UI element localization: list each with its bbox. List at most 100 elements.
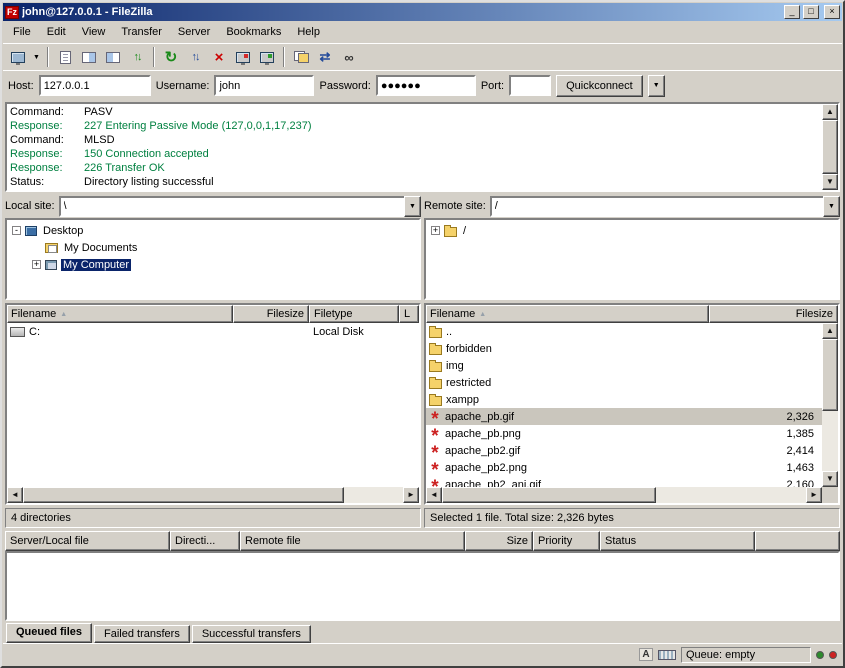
tree-item-my-documents[interactable]: My Documents [9,239,417,256]
menu-transfer[interactable]: Transfer [113,23,170,41]
queue-column-size[interactable]: Size [465,531,533,551]
site-manager-dropdown-button[interactable]: ▼ [30,46,43,68]
column-header-filename[interactable]: Filename [7,305,233,323]
quickconnect-button[interactable]: Quickconnect [556,75,643,97]
queue-column-status[interactable]: Status [600,531,755,551]
column-header-last-modified[interactable]: L [399,305,419,323]
log-label: Response: [10,161,84,175]
remote-site-input[interactable] [490,196,823,217]
log-text: Directory listing successful [84,175,214,189]
menu-view[interactable]: View [74,23,114,41]
remote-file-list: Filename Filesize .. forbidden img restr… [424,303,840,505]
scroll-up-icon[interactable]: ▲ [822,323,838,339]
scroll-right-icon[interactable]: ► [403,487,419,503]
queue-list[interactable] [5,551,840,621]
remote-file-row[interactable]: apache_pb2.png1,463 [426,459,822,476]
port-input[interactable] [509,75,551,96]
toolbar-separator [47,47,49,67]
toggle-message-log-button[interactable] [53,46,77,68]
collapse-icon[interactable]: - [12,226,21,235]
scrollbar-thumb[interactable] [822,339,838,411]
site-manager-button[interactable] [6,46,30,68]
remote-horizontal-scrollbar[interactable]: ◄ ► [426,487,838,503]
column-header-filename[interactable]: Filename [426,305,709,323]
scrollbar-track[interactable] [656,487,806,503]
remote-vertical-scrollbar[interactable]: ▲ ▼ [822,323,838,487]
scroll-right-icon[interactable]: ► [806,487,822,503]
menu-server[interactable]: Server [170,23,218,41]
scroll-left-icon[interactable]: ◄ [426,487,442,503]
queue-column-direction[interactable]: Directi... [170,531,240,551]
scrollbar-thumb[interactable] [442,487,656,503]
scrollbar-track[interactable] [344,487,403,503]
file-name: apache_pb2.gif [445,445,520,457]
tree-item-desktop[interactable]: - Desktop [9,222,417,239]
scroll-down-icon[interactable]: ▼ [822,471,838,487]
local-site-input[interactable] [59,196,404,217]
synchronized-browsing-button[interactable]: ⇄ [313,46,337,68]
minimize-button[interactable]: _ [784,5,800,19]
local-file-row[interactable]: C: Local Disk [7,323,419,340]
remote-file-row[interactable]: .. [426,323,822,340]
maximize-button[interactable]: □ [803,5,819,19]
scroll-left-icon[interactable]: ◄ [7,487,23,503]
tab-queued-files[interactable]: Queued files [6,623,92,643]
remote-file-row[interactable]: apache_pb.png1,385 [426,425,822,442]
remote-file-row[interactable]: xampp [426,391,822,408]
remote-file-row[interactable]: forbidden [426,340,822,357]
expand-icon[interactable]: + [32,260,41,269]
queue-column-priority[interactable]: Priority [533,531,600,551]
close-button[interactable]: × [824,5,840,19]
receive-activity-led-icon [816,651,824,659]
remote-file-row[interactable]: restricted [426,374,822,391]
quickconnect-dropdown-button[interactable]: ▼ [648,75,665,97]
tab-successful-transfers[interactable]: Successful transfers [192,625,311,643]
tree-item-label: My Documents [62,242,139,254]
file-size-cell: 2,326 [709,411,822,423]
tree-item-root[interactable]: + / [428,222,836,239]
scroll-up-icon[interactable]: ▲ [822,104,838,120]
remote-site-dropdown-button[interactable]: ▼ [823,196,840,217]
reconnect-button[interactable] [255,46,279,68]
expand-icon[interactable]: + [431,226,440,235]
process-queue-button[interactable]: ↑↓ [183,46,207,68]
log-scrollbar[interactable]: ▲ ▼ [822,104,838,190]
host-input[interactable] [39,75,151,96]
toggle-transfer-queue-button[interactable]: ↑↓ [125,46,149,68]
toggle-local-tree-button[interactable] [77,46,101,68]
cancel-operation-button[interactable]: × [207,46,231,68]
find-files-button[interactable]: ∞ [337,46,361,68]
log-line: Response:226 Transfer OK [10,161,819,175]
column-header-filesize[interactable]: Filesize [233,305,309,323]
toggle-remote-tree-button[interactable] [101,46,125,68]
remote-file-row-selected[interactable]: apache_pb.gif2,326 [426,408,822,425]
scroll-down-icon[interactable]: ▼ [822,174,838,190]
password-input[interactable] [376,75,476,96]
username-input[interactable] [214,75,314,96]
disconnect-button[interactable] [231,46,255,68]
tree-item-label: Desktop [41,225,85,237]
tree-item-my-computer[interactable]: + My Computer [9,256,417,273]
queue-column-remote-file[interactable]: Remote file [240,531,465,551]
refresh-button[interactable]: ↻ [159,46,183,68]
column-header-filesize[interactable]: Filesize [709,305,838,323]
queue-column-server-local-file[interactable]: Server/Local file [5,531,170,551]
local-horizontal-scrollbar[interactable]: ◄ ► [7,487,419,503]
remote-file-row[interactable]: apache_pb2.gif2,414 [426,442,822,459]
directory-comparison-button[interactable] [289,46,313,68]
local-file-list: Filename Filesize Filetype L C: Local Di… [5,303,421,505]
menu-edit[interactable]: Edit [39,23,74,41]
folder-icon [429,379,442,389]
scrollbar-track[interactable] [822,411,838,471]
tab-failed-transfers[interactable]: Failed transfers [94,625,190,643]
menu-file[interactable]: File [5,23,39,41]
scrollbar-thumb[interactable] [822,120,838,174]
scrollbar-thumb[interactable] [23,487,344,503]
remote-file-row[interactable]: img [426,357,822,374]
remote-file-row[interactable]: apache_pb2_ani.gif2,160 [426,476,822,487]
menu-help[interactable]: Help [289,23,328,41]
drive-icon [10,327,25,337]
local-site-dropdown-button[interactable]: ▼ [404,196,421,217]
menu-bookmarks[interactable]: Bookmarks [218,23,289,41]
column-header-filetype[interactable]: Filetype [309,305,399,323]
